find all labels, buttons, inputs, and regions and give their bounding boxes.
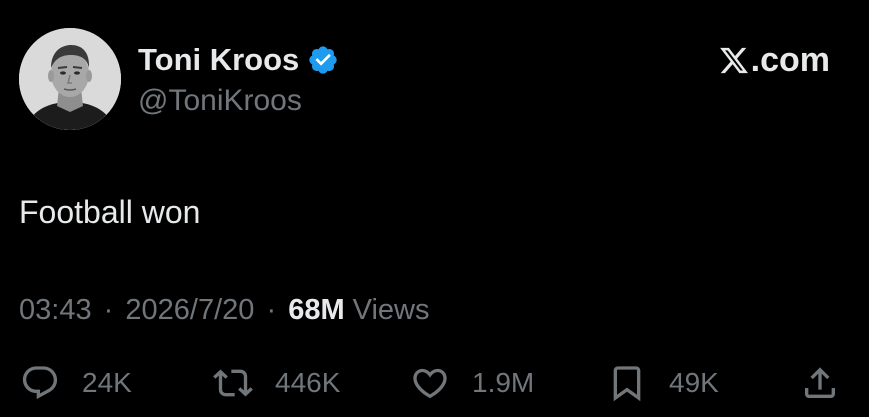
x-com-brand: .com	[718, 38, 830, 82]
avatar[interactable]	[19, 28, 121, 130]
meta-separator: ·	[266, 294, 277, 326]
tweet-time[interactable]: 03:43	[19, 294, 92, 326]
reply-button[interactable]: 24K	[20, 360, 132, 406]
reply-icon	[20, 363, 60, 403]
reply-count: 24K	[82, 367, 132, 398]
tweet-text: Football won	[19, 194, 201, 230]
verified-badge-icon	[307, 44, 339, 76]
author-name-text: Toni Kroos	[138, 42, 300, 77]
share-button[interactable]	[800, 360, 840, 406]
action-bar: 24K 446K 1.9M 49K	[0, 360, 869, 406]
profile-photo	[19, 28, 121, 130]
brand-domain-text: .com	[750, 41, 830, 79]
author-display-name[interactable]: Toni Kroos	[138, 40, 339, 80]
retweet-button[interactable]: 446K	[213, 360, 340, 406]
share-icon	[800, 363, 840, 403]
bookmark-count: 49K	[669, 367, 719, 398]
tweet-meta: 03:43 · 2026/7/20 · 68M Views	[19, 292, 430, 328]
views-count[interactable]: 68M	[288, 294, 344, 326]
retweet-icon	[213, 363, 253, 403]
x-logo-icon	[718, 45, 750, 76]
retweet-count: 446K	[275, 367, 341, 398]
like-count: 1.9M	[472, 367, 535, 398]
author-handle[interactable]: @ToniKroos	[138, 82, 302, 120]
bookmark-button[interactable]: 49K	[607, 360, 719, 406]
like-button[interactable]: 1.9M	[410, 360, 534, 406]
heart-icon	[410, 363, 450, 403]
bookmark-icon	[607, 363, 647, 403]
views-label: Views	[352, 294, 430, 326]
meta-separator: ·	[103, 294, 114, 326]
tweet-date[interactable]: 2026/7/20	[125, 294, 254, 326]
